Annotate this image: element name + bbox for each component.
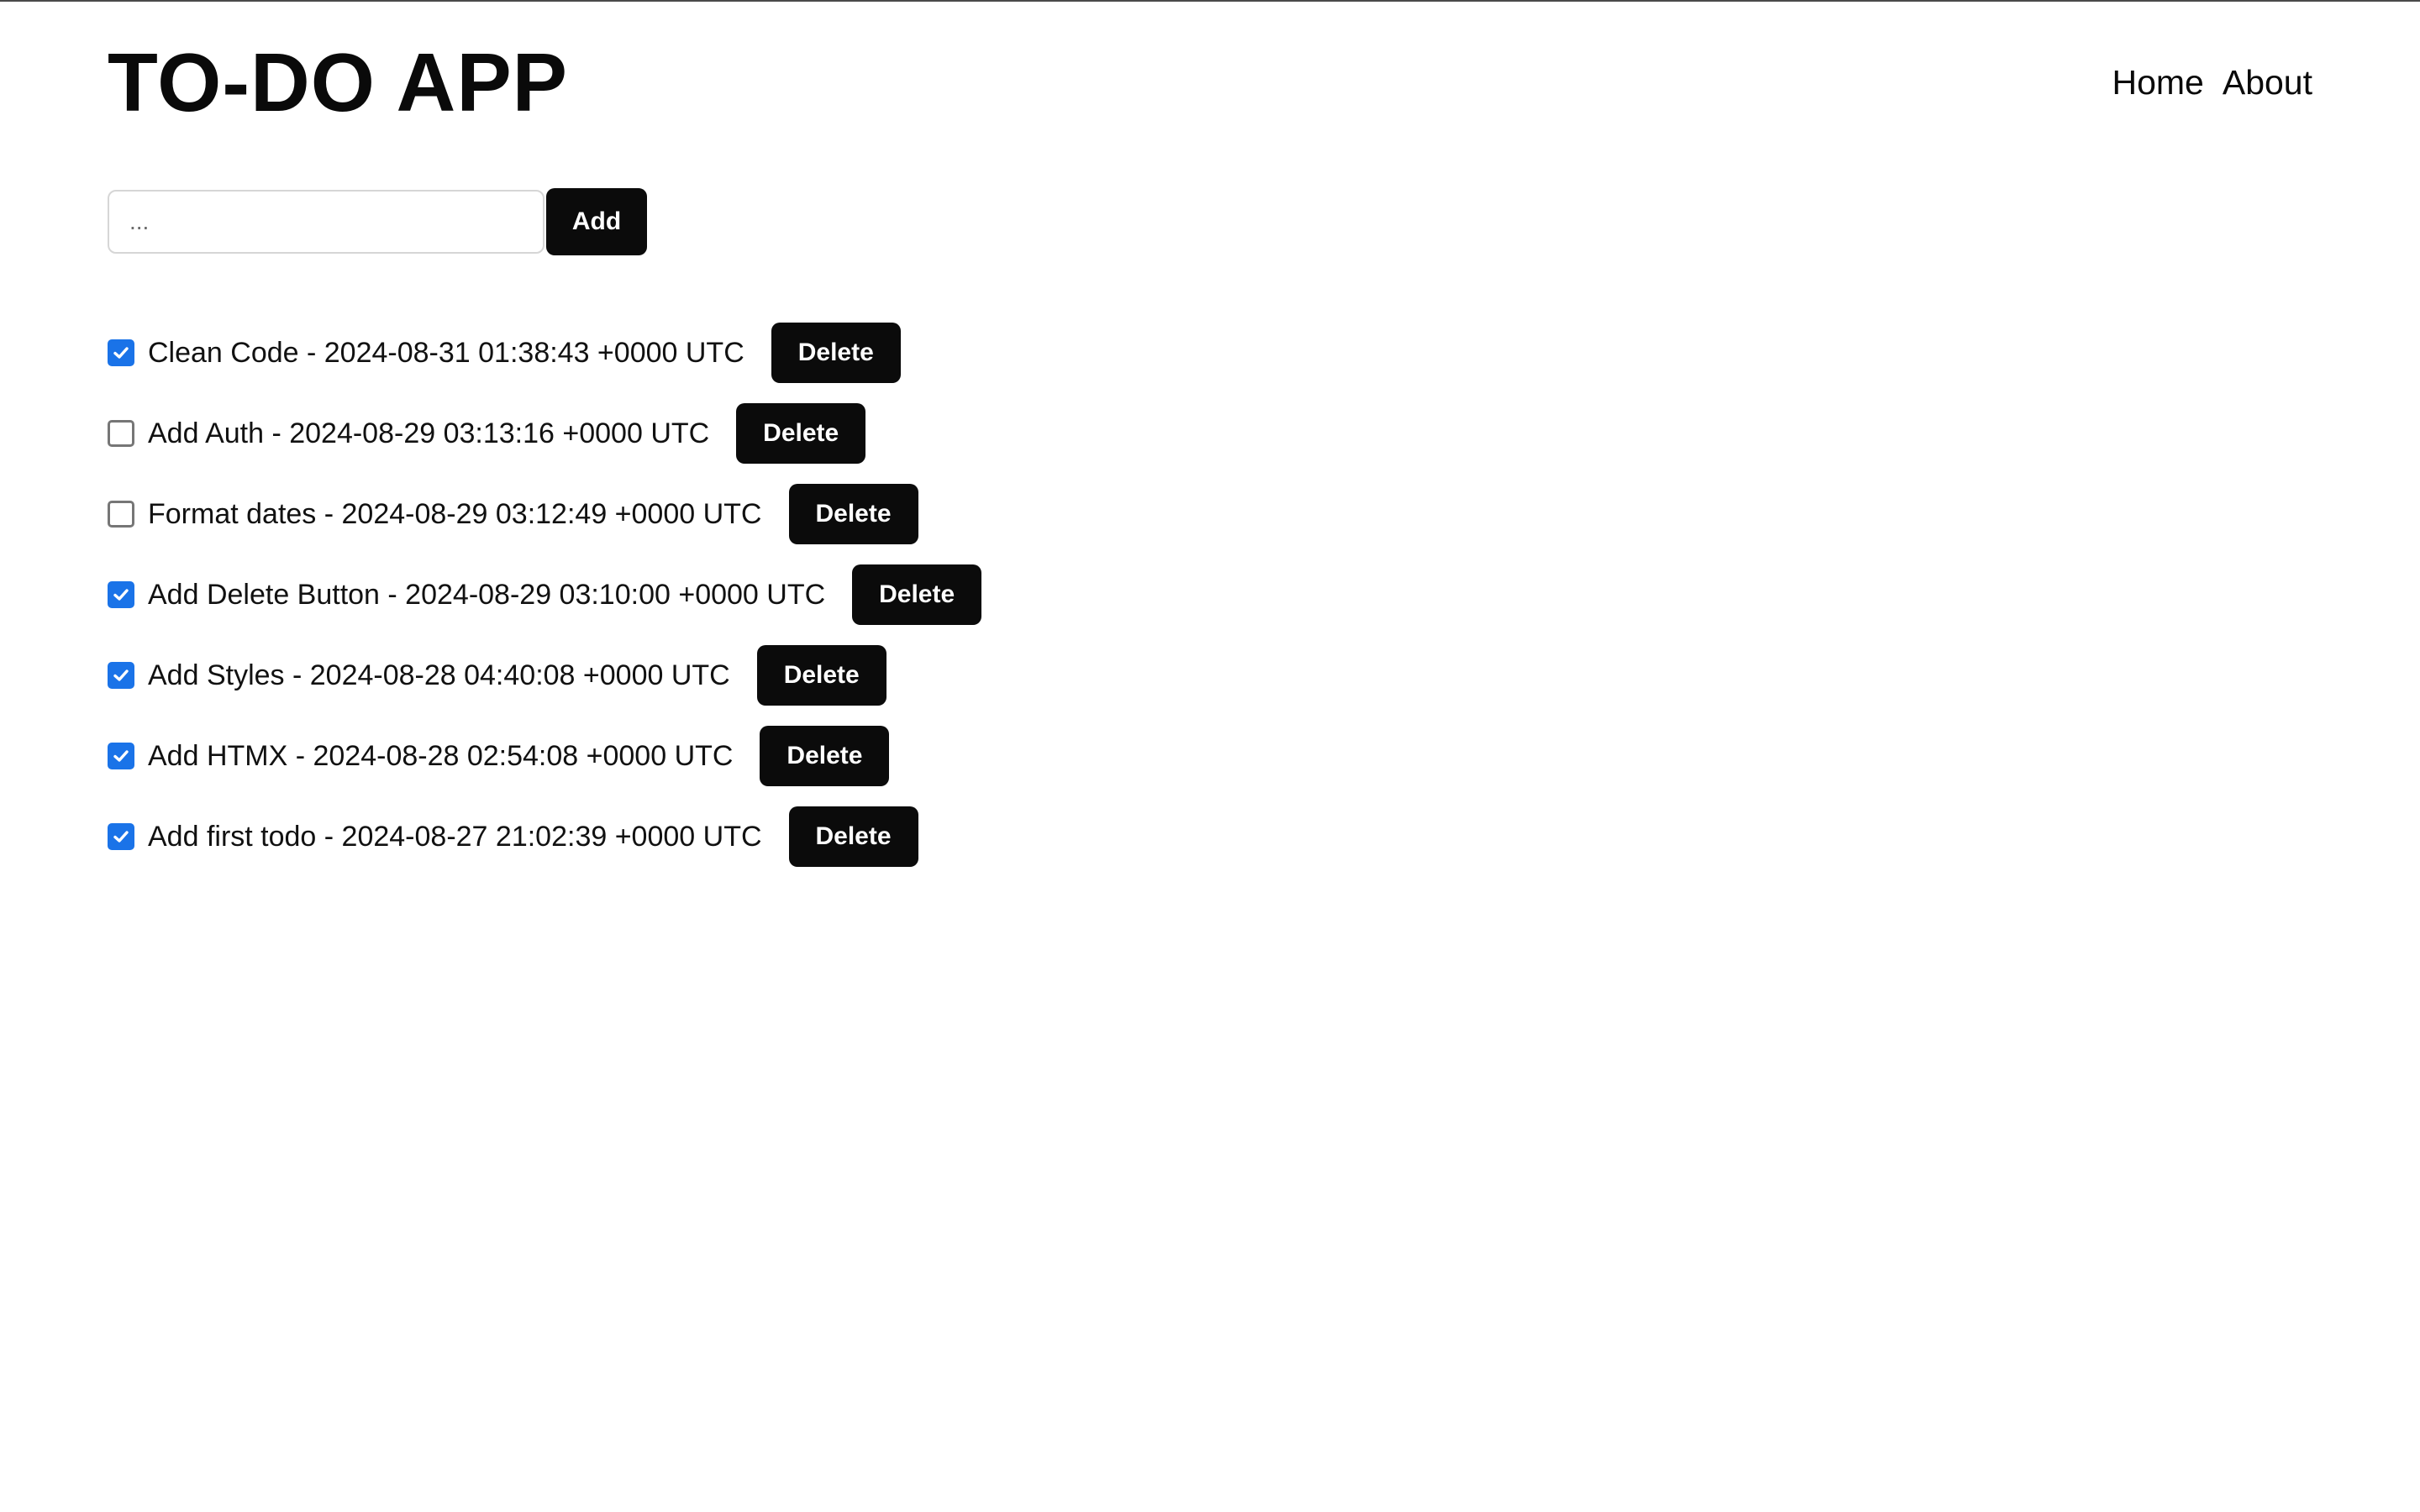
top-nav: Home About: [2112, 63, 2312, 102]
todo-item: Add first todo - 2024-08-27 21:02:39 +00…: [108, 806, 2312, 867]
todo-item: Clean Code - 2024-08-31 01:38:43 +0000 U…: [108, 323, 2312, 383]
todo-item: Add Styles - 2024-08-28 04:40:08 +0000 U…: [108, 645, 2312, 706]
checkmark-icon: [113, 750, 129, 762]
todo-text: Add first todo - 2024-08-27 21:02:39 +00…: [148, 820, 762, 853]
todo-text: Add Delete Button - 2024-08-29 03:10:00 …: [148, 578, 826, 611]
todo-text: Clean Code - 2024-08-31 01:38:43 +0000 U…: [148, 336, 744, 369]
todo-checkbox[interactable]: [108, 743, 134, 769]
checkmark-icon: [113, 669, 129, 681]
add-button[interactable]: Add: [546, 188, 647, 255]
delete-button[interactable]: Delete: [852, 564, 982, 625]
todo-item: Add HTMX - 2024-08-28 02:54:08 +0000 UTC…: [108, 726, 2312, 786]
todo-checkbox[interactable]: [108, 420, 134, 447]
todo-item: Format dates - 2024-08-29 03:12:49 +0000…: [108, 484, 2312, 544]
todo-text: Add Styles - 2024-08-28 04:40:08 +0000 U…: [148, 659, 730, 691]
delete-button[interactable]: Delete: [736, 403, 866, 464]
checkmark-icon: [113, 589, 129, 601]
nav-about-link[interactable]: About: [2223, 63, 2312, 102]
new-todo-input[interactable]: [108, 190, 544, 254]
todo-text: Add HTMX - 2024-08-28 02:54:08 +0000 UTC: [148, 739, 734, 772]
todo-checkbox[interactable]: [108, 501, 134, 528]
todo-list: Clean Code - 2024-08-31 01:38:43 +0000 U…: [108, 323, 2312, 867]
checkmark-icon: [113, 347, 129, 359]
checkmark-icon: [113, 831, 129, 843]
nav-home-link[interactable]: Home: [2112, 63, 2203, 102]
todo-item: Add Auth - 2024-08-29 03:13:16 +0000 UTC…: [108, 403, 2312, 464]
todo-checkbox[interactable]: [108, 662, 134, 689]
app-header: TO-DO APP Home About: [108, 0, 2312, 165]
todo-checkbox[interactable]: [108, 581, 134, 608]
todo-checkbox[interactable]: [108, 339, 134, 366]
todo-item: Add Delete Button - 2024-08-29 03:10:00 …: [108, 564, 2312, 625]
todo-text: Add Auth - 2024-08-29 03:13:16 +0000 UTC: [148, 417, 710, 449]
app-title: TO-DO APP: [108, 36, 569, 129]
app-container: TO-DO APP Home About Add Clean Code - 20…: [108, 0, 2312, 887]
delete-button[interactable]: Delete: [760, 726, 890, 786]
delete-button[interactable]: Delete: [771, 323, 901, 383]
todo-checkbox[interactable]: [108, 823, 134, 850]
delete-button[interactable]: Delete: [788, 806, 918, 867]
delete-button[interactable]: Delete: [756, 645, 886, 706]
delete-button[interactable]: Delete: [788, 484, 918, 544]
todo-text: Format dates - 2024-08-29 03:12:49 +0000…: [148, 497, 762, 530]
add-todo-form: Add: [108, 188, 2312, 255]
